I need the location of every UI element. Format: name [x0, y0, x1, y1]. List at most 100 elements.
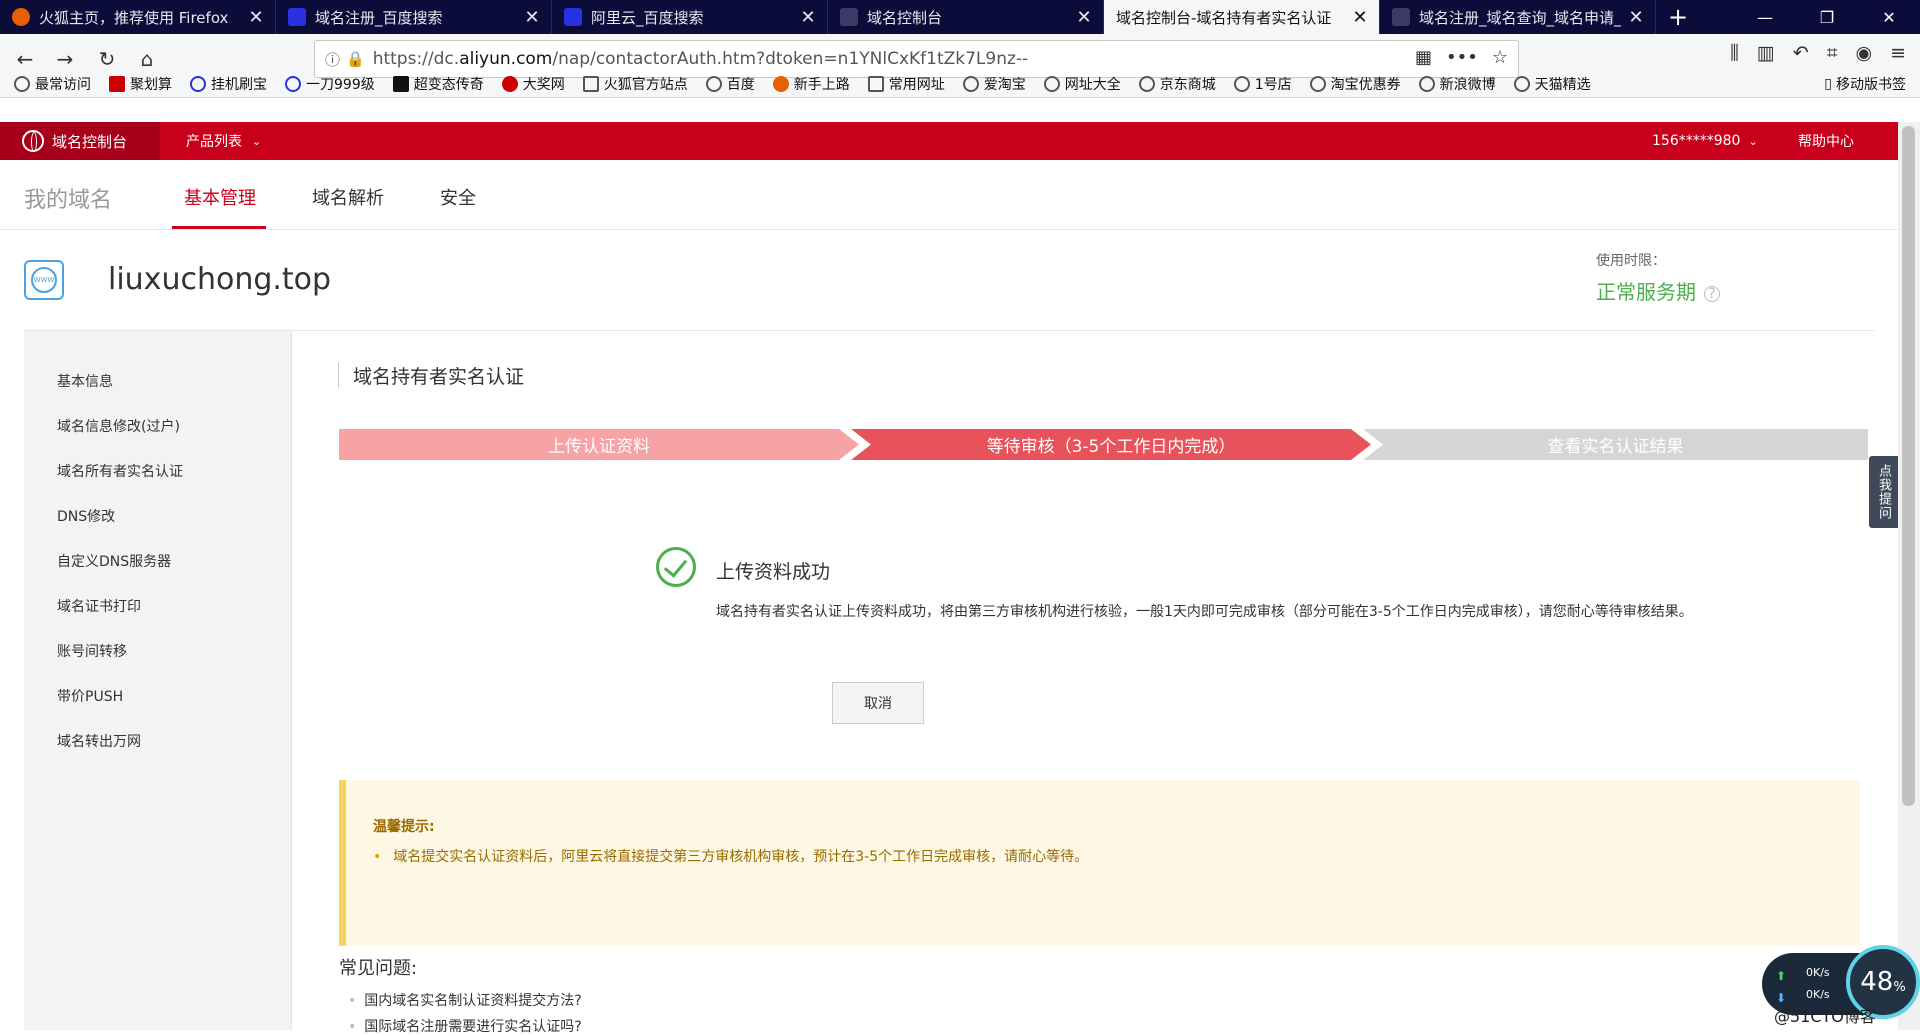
active-tab-indicator — [172, 226, 266, 229]
divider — [24, 330, 1874, 331]
close-tab-icon[interactable]: ✕ — [799, 7, 817, 28]
bookmark-item[interactable]: 火狐官方站点 — [582, 74, 688, 94]
browser-tab[interactable]: 域名控制台 ✕ — [828, 0, 1104, 34]
bookmarks-bar: 最常访问 聚划算 挂机刷宝 一刀999级 超变态传奇 大奖网 火狐官方站点 百度… — [0, 70, 1920, 98]
bookmark-item[interactable]: 聚划算 — [109, 74, 172, 94]
library-icon[interactable]: ⫼ — [1730, 42, 1739, 64]
bookmark-item[interactable]: 一刀999级 — [285, 74, 375, 94]
close-tab-icon[interactable]: ✕ — [1075, 7, 1093, 28]
faq-link[interactable]: 国内域名实名制认证资料提交方法? — [348, 990, 581, 1010]
globe-icon — [1043, 76, 1060, 92]
bookmark-item[interactable]: 最常访问 — [14, 74, 91, 94]
www-icon: WWW — [24, 260, 64, 300]
paw-icon — [190, 76, 206, 92]
watermark: @51CTO博客 — [1774, 1007, 1876, 1026]
chat-icon[interactable]: ◉ — [1855, 42, 1872, 64]
sidebar-item-custom-dns[interactable]: 自定义DNS服务器 — [57, 551, 171, 571]
ask-question-button[interactable]: 点我提问 — [1869, 456, 1898, 528]
sidebar-item-account-transfer[interactable]: 账号间转移 — [57, 641, 127, 661]
close-tab-icon[interactable]: ✕ — [247, 7, 265, 28]
tab-dns-resolution[interactable]: 域名解析 — [312, 184, 384, 210]
app-header: 域名控制台 产品列表 ⌄ 156*****980 ⌄ 帮助中心 — [0, 122, 1898, 160]
sidebar-icon[interactable]: ▥ — [1757, 42, 1775, 64]
sidebar-item-info-modify[interactable]: 域名信息修改(过户) — [57, 416, 180, 436]
help-question-icon[interactable]: ? — [1704, 285, 1720, 302]
paw-icon — [285, 76, 301, 92]
bookmark-item[interactable]: 爱淘宝 — [962, 74, 1026, 94]
folder-icon — [582, 76, 599, 92]
sidebar-item-basic-info[interactable]: 基本信息 — [57, 371, 113, 391]
cancel-button[interactable]: 取消 — [832, 682, 924, 724]
browser-tab[interactable]: 阿里云_百度搜索 ✕ — [552, 0, 828, 34]
faq-link[interactable]: 国际域名注册需要进行实名认证吗? — [348, 1016, 581, 1036]
tip-title: 温馨提示: — [373, 819, 435, 835]
globe-icon — [1233, 76, 1250, 92]
bookmark-item[interactable]: 京东商城 — [1138, 74, 1216, 94]
menu-icon[interactable]: ≡ — [1890, 42, 1906, 64]
browser-tab[interactable]: 火狐主页，推荐使用 Firefox ✕ — [0, 0, 276, 34]
globe-icon — [962, 76, 979, 92]
my-domains-link[interactable]: 我的域名 — [24, 182, 112, 214]
bookmark-item[interactable]: 大奖网 — [501, 74, 565, 94]
bookmark-item[interactable]: 超变态传奇 — [392, 74, 484, 94]
globe-icon — [705, 76, 722, 92]
browser-tab-active[interactable]: 域名控制台-域名持有者实名认证 ✕ — [1104, 0, 1380, 34]
new-tab-button[interactable]: + — [1656, 0, 1700, 34]
browser-tab[interactable]: 域名注册_域名查询_域名申请_ ✕ — [1380, 0, 1656, 34]
close-tab-icon[interactable]: ✕ — [523, 7, 541, 28]
mobile-bookmarks[interactable]: ▯ 移动版书签 — [1824, 74, 1906, 94]
sidebar-item-price-push[interactable]: 带价PUSH — [57, 686, 123, 706]
tip-box: 温馨提示: 域名提交实名认证资料后，阿里云将直接提交第三方审核机构审核，预计在3… — [339, 780, 1860, 946]
sidebar-item-transfer-out[interactable]: 域名转出万网 — [57, 731, 141, 751]
chevron-down-icon: ⌄ — [1748, 134, 1758, 148]
domain-subnav: 我的域名 基本管理 域名解析 安全 — [0, 160, 1898, 230]
close-window-icon[interactable]: ✕ — [1858, 0, 1920, 34]
product-list-dropdown[interactable]: 产品列表 ⌄ — [186, 122, 261, 160]
bookmark-item[interactable]: 百度 — [705, 74, 755, 94]
bookmark-item[interactable]: 天猫精选 — [1513, 74, 1591, 94]
sidebar-item-certificate-print[interactable]: 域名证书打印 — [57, 596, 141, 616]
term-status: 正常服务期? — [1596, 276, 1720, 305]
minimize-icon[interactable]: — — [1734, 0, 1796, 34]
bookmark-item[interactable]: 1号店 — [1233, 74, 1292, 94]
console-brand[interactable]: 域名控制台 — [0, 122, 160, 160]
user-account-menu[interactable]: 156*****980 ⌄ — [1652, 122, 1758, 160]
browser-tab-strip: 火狐主页，推荐使用 Firefox ✕ 域名注册_百度搜索 ✕ 阿里云_百度搜索… — [0, 0, 1920, 34]
domain-name: liuxuchong.top — [108, 262, 332, 297]
step-view-result: 查看实名认证结果 — [1363, 429, 1868, 460]
tab-title: 域名控制台-域名持有者实名认证 — [1116, 8, 1332, 27]
bookmark-star-icon[interactable]: ☆ — [1492, 47, 1508, 68]
term-label: 使用时限： — [1596, 253, 1666, 269]
undo-icon[interactable]: ↶ — [1793, 42, 1809, 64]
bookmark-item[interactable]: 挂机刷宝 — [190, 74, 267, 94]
sidebar-item-owner-verification[interactable]: 域名所有者实名认证 — [57, 461, 183, 481]
tab-title: 阿里云_百度搜索 — [591, 8, 704, 27]
lock-icon: 🔒 — [346, 50, 365, 68]
bookmark-item[interactable]: 常用网址 — [867, 74, 945, 94]
speed-readout: 0K/s 0K/s — [1806, 966, 1830, 1001]
page-top-spacer — [0, 98, 1898, 122]
baidu-icon — [564, 8, 582, 26]
page-actions-icon[interactable]: ••• — [1446, 47, 1478, 68]
restore-icon[interactable]: ❐ — [1796, 0, 1858, 34]
bookmark-item[interactable]: 网址大全 — [1043, 74, 1121, 94]
aliyun-icon — [840, 8, 858, 26]
folder-icon — [867, 76, 884, 92]
info-icon[interactable]: ⓘ — [325, 49, 340, 70]
tab-security[interactable]: 安全 — [440, 184, 476, 210]
bookmark-item[interactable]: 新浪微博 — [1418, 74, 1496, 94]
close-tab-icon[interactable]: ✕ — [1627, 7, 1645, 28]
page-scrollbar[interactable] — [1898, 122, 1920, 1030]
screenshot-icon[interactable]: ⌗ — [1827, 42, 1838, 64]
bookmark-item[interactable]: 新手上路 — [772, 74, 850, 94]
tab-basic-management[interactable]: 基本管理 — [184, 184, 256, 210]
browser-tab[interactable]: 域名注册_百度搜索 ✕ — [276, 0, 552, 34]
bookmark-item[interactable]: 淘宝优惠券 — [1309, 74, 1401, 94]
juhuasuan-icon — [109, 76, 125, 92]
scrollbar-thumb[interactable] — [1902, 126, 1915, 806]
tab-title: 火狐主页，推荐使用 Firefox — [39, 8, 229, 27]
help-center-link[interactable]: 帮助中心 — [1798, 122, 1854, 160]
sidebar-item-dns-modify[interactable]: DNS修改 — [57, 506, 115, 526]
close-tab-icon[interactable]: ✕ — [1351, 7, 1369, 28]
qr-code-icon[interactable]: ▦ — [1415, 47, 1432, 68]
